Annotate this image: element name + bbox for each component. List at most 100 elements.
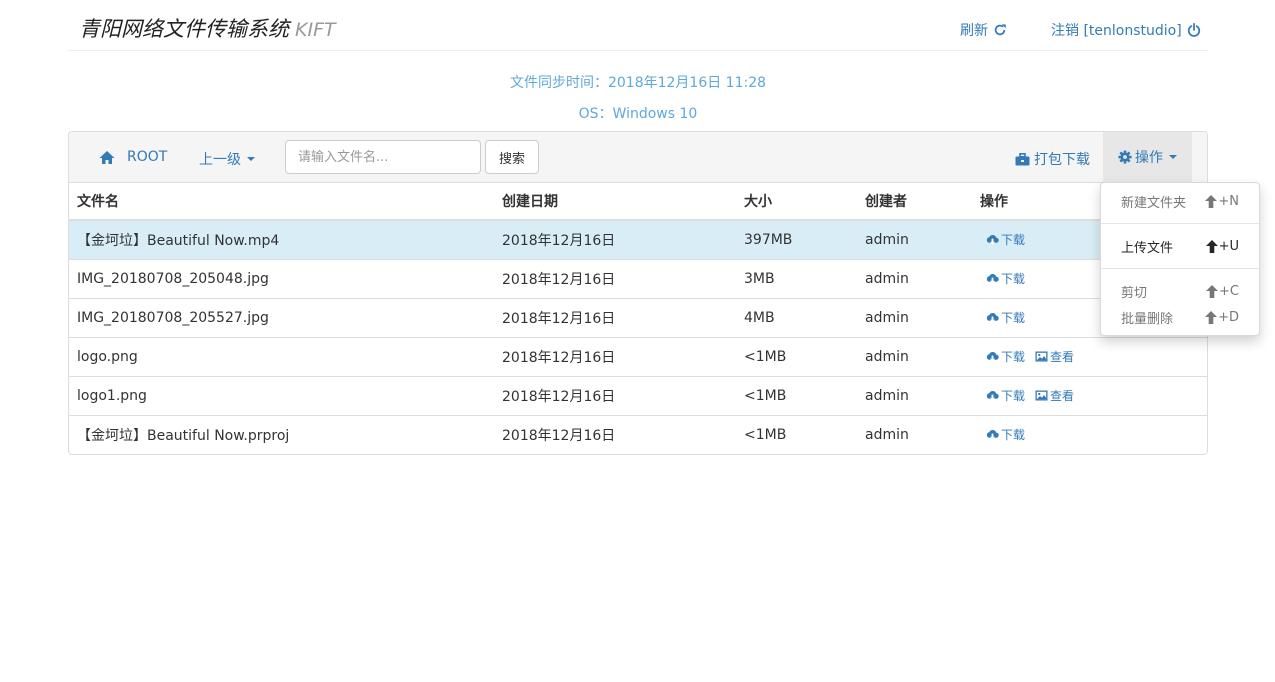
arrow-up-icon [1205, 239, 1218, 253]
menu-item-cut[interactable]: 剪切 +C [1101, 280, 1259, 302]
cloud-download-icon [986, 273, 999, 284]
cloud-download-icon [986, 390, 999, 401]
download-label: 下载 [1001, 232, 1026, 247]
file-date-cell: 2018年12月16日 [494, 297, 736, 337]
file-date-cell: 2018年12月16日 [494, 258, 736, 298]
file-creator-cell: admin [857, 414, 972, 454]
root-label: ROOT [127, 149, 168, 165]
column-header-date[interactable]: 创建日期 [494, 183, 736, 221]
download-link[interactable]: 下载 [986, 270, 1025, 287]
cloud-download-icon [986, 312, 999, 323]
search-button[interactable]: 搜索 [485, 140, 539, 174]
upload-label: 上传文件 [1121, 240, 1174, 256]
pack-download-label: 打包下载 [1034, 152, 1090, 168]
file-size-cell: 397MB [736, 220, 857, 259]
download-label: 下载 [1001, 427, 1026, 442]
table-header-row: 文件名 创建日期 大小 创建者 操作 [69, 183, 1207, 221]
download-link[interactable]: 下载 [986, 426, 1025, 443]
table-row[interactable]: 【金坷垃】Beautiful Now.mp4 2018年12月16日 397MB ad… [69, 220, 1207, 259]
new-folder-label: 新建文件夹 [1121, 195, 1187, 211]
download-label: 下载 [1001, 349, 1026, 364]
file-creator-cell: admin [857, 297, 972, 337]
operations-dropdown-button[interactable]: 操作 [1103, 132, 1192, 182]
refresh-label: 刷新 [960, 23, 988, 39]
refresh-icon [994, 24, 1006, 36]
menu-item-batch-delete[interactable]: 批量删除 +D [1101, 306, 1259, 328]
up-level-dropdown[interactable]: 上一级 [199, 149, 255, 169]
view-link[interactable]: 查看 [1035, 348, 1074, 365]
operations-dropdown-menu: 新建文件夹 +N 上传文件 +U 剪切 +C 批量删除 +D [1100, 182, 1260, 336]
table-row[interactable]: logo.png 2018年12月16日 <1MB admin 下载 查看 [69, 336, 1207, 376]
shortcut-cut-key: +C [1219, 283, 1239, 299]
shortcut-cut: +C [1206, 284, 1239, 299]
file-actions-cell: 下载 查看 [972, 336, 1207, 376]
download-link[interactable]: 下载 [986, 231, 1025, 248]
table-row[interactable]: IMG_20180708_205527.jpg 2018年12月16日 4MB adm… [69, 297, 1207, 337]
download-label: 下载 [1001, 388, 1026, 403]
download-link[interactable]: 下载 [986, 387, 1025, 404]
menu-item-new-folder[interactable]: 新建文件夹 +N [1101, 190, 1259, 212]
table-row[interactable]: 【金坷垃】Beautiful Now.prproj 2018年12月16日 <1MB… [69, 414, 1207, 454]
pack-download-button[interactable]: 打包下载 [1015, 149, 1090, 169]
file-date-cell: 2018年12月16日 [494, 220, 736, 259]
column-header-name[interactable]: 文件名 [69, 183, 494, 221]
file-creator-cell: admin [857, 220, 972, 259]
column-header-size[interactable]: 大小 [736, 183, 857, 221]
download-link[interactable]: 下载 [986, 348, 1025, 365]
cut-label: 剪切 [1121, 285, 1148, 301]
root-link[interactable]: ROOT [99, 149, 167, 165]
picture-icon [1035, 390, 1048, 400]
column-header-creator[interactable]: 创建者 [857, 183, 972, 221]
logout-link[interactable]: 注销 [tenlonstudio] [1051, 20, 1201, 40]
home-icon [99, 150, 115, 164]
header: 青阳网络文件传输系统 KIFT 刷新 注销 [tenlonstudio] [68, 0, 1208, 51]
briefcase-icon [1015, 152, 1030, 165]
shortcut-upload: +U [1205, 238, 1239, 254]
caret-down-icon [247, 157, 255, 161]
shortcut-batch-delete-key: +D [1218, 309, 1239, 325]
file-name-cell: logo1.png [69, 375, 494, 415]
file-size-cell: <1MB [736, 336, 857, 376]
shortcut-upload-key: +U [1218, 238, 1239, 254]
file-creator-cell: admin [857, 336, 972, 376]
file-name-cell: 【金坷垃】Beautiful Now.mp4 [69, 220, 494, 259]
arrow-up-icon [1205, 310, 1218, 324]
file-date-cell: 2018年12月16日 [494, 375, 736, 415]
gear-icon [1118, 150, 1132, 164]
os-text: OS：Windows 10 [578, 106, 698, 122]
file-size-cell: 4MB [736, 297, 857, 337]
sync-time-text: 文件同步时间：2018年12月16日 11:28 [509, 75, 767, 91]
file-size-cell: 3MB [736, 258, 857, 298]
file-size-cell: <1MB [736, 414, 857, 454]
table-row[interactable]: logo1.png 2018年12月16日 <1MB admin 下载 查看 [69, 375, 1207, 415]
file-name-cell: IMG_20180708_205527.jpg [69, 297, 494, 337]
view-label: 查看 [1050, 349, 1075, 364]
search-input[interactable] [285, 140, 481, 174]
cloud-download-icon [986, 429, 999, 440]
view-label: 查看 [1050, 388, 1075, 403]
page: 青阳网络文件传输系统 KIFT 刷新 注销 [tenlonstudio] 文件同步… [68, 0, 1260, 455]
app-subtitle: KIFT [295, 19, 336, 41]
cloud-download-icon [986, 351, 999, 362]
view-link[interactable]: 查看 [1035, 387, 1074, 404]
download-label: 下载 [1001, 271, 1026, 286]
arrow-up-icon [1205, 194, 1218, 208]
app-title: 青阳网络文件传输系统 KIFT [79, 13, 336, 43]
download-label: 下载 [1001, 310, 1026, 325]
file-creator-cell: admin [857, 375, 972, 415]
shortcut-new-folder: +N [1205, 194, 1239, 209]
file-name-cell: 【金坷垃】Beautiful Now.prproj [69, 414, 494, 454]
download-link[interactable]: 下载 [986, 309, 1025, 326]
batch-delete-label: 批量删除 [1121, 311, 1174, 327]
menu-divider [1101, 223, 1259, 224]
table-row[interactable]: IMG_20180708_205048.jpg 2018年12月16日 3MB adm… [69, 258, 1207, 298]
menu-divider [1101, 268, 1259, 269]
app-title-text: 青阳网络文件传输系统 [79, 17, 289, 41]
file-table: 文件名 创建日期 大小 创建者 操作 【金坷垃】Beautiful Now.mp… [69, 183, 1207, 454]
file-name-cell: IMG_20180708_205048.jpg [69, 258, 494, 298]
refresh-link[interactable]: 刷新 [960, 20, 1007, 40]
logout-label: 注销 [tenlonstudio] [1051, 23, 1182, 39]
file-date-cell: 2018年12月16日 [494, 336, 736, 376]
menu-item-upload[interactable]: 上传文件 +U [1101, 235, 1259, 257]
file-actions-cell: 下载 查看 [972, 375, 1207, 415]
